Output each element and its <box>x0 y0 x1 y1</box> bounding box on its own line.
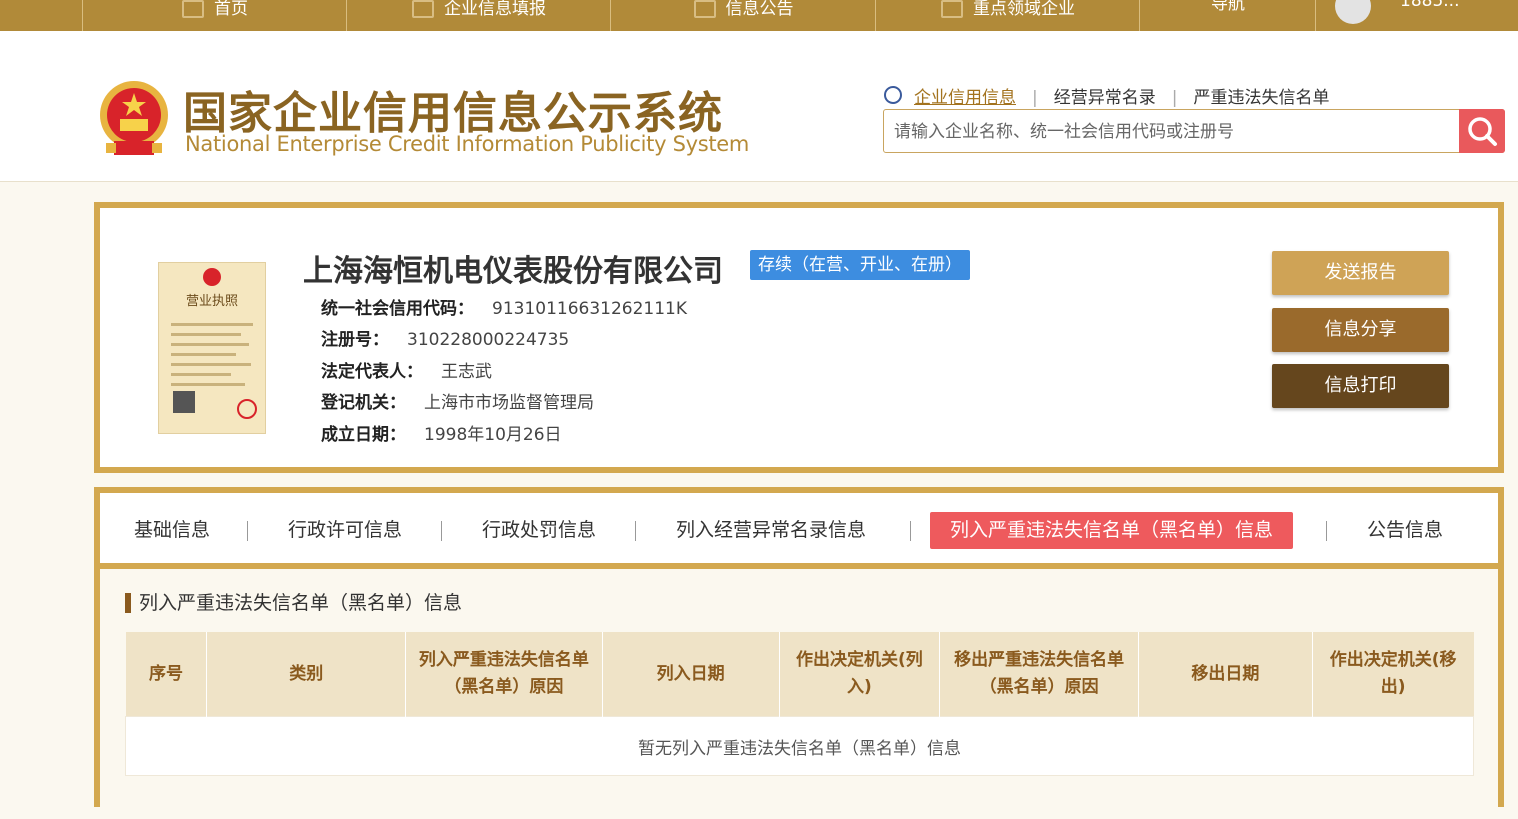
info-tabs-panel: 基础信息 行政许可信息 行政处罚信息 列入经营异常名录信息 列入严重违法失信名单… <box>94 487 1504 819</box>
search-icon <box>884 86 902 104</box>
col-category: 类别 <box>206 632 407 717</box>
table-row: 暂无列入严重违法失信名单（黑名单）信息 <box>125 716 1474 776</box>
col-remove-date: 移出日期 <box>1138 632 1313 717</box>
col-list-reason: 列入严重违法失信名单（黑名单）原因 <box>405 632 603 717</box>
col-remove-authority: 作出决定机关(移出) <box>1312 632 1474 717</box>
company-name: 上海海恒机电仪表股份有限公司 <box>303 254 723 289</box>
tab-abnormal-list[interactable]: 列入经营异常名录信息 <box>656 512 886 549</box>
tab-bar: 基础信息 行政许可信息 行政处罚信息 列入经营异常名录信息 列入严重违法失信名单… <box>100 493 1498 563</box>
field-reg-authority: 登记机关： 上海市市场监督管理局 <box>321 393 594 413</box>
col-remove-reason: 移出严重违法失信名单（黑名单）原因 <box>939 632 1139 717</box>
link-credit-info[interactable]: 企业信用信息 <box>914 88 1016 108</box>
tab-blacklist[interactable]: 列入严重违法失信名单（黑名单）信息 <box>930 512 1294 549</box>
magnifier-icon <box>1468 117 1497 146</box>
tab-admin-license[interactable]: 行政许可信息 <box>268 512 422 549</box>
search-box <box>883 109 1505 154</box>
nav-key-enterprises[interactable]: 重点领域企业 <box>875 0 1140 31</box>
home-icon <box>182 0 204 18</box>
col-list-date: 列入日期 <box>602 632 780 717</box>
nav-announcement[interactable]: 信息公告 <box>610 0 876 31</box>
blacklist-section: 列入严重违法失信名单（黑名单）信息 序号 类别 列入严重违法失信名单（黑名单）原… <box>100 563 1498 819</box>
nav-navigation[interactable]: 导航 <box>1139 0 1316 31</box>
col-list-authority: 作出决定机关(列入) <box>779 632 941 717</box>
print-info-button[interactable]: 信息打印 <box>1272 364 1449 408</box>
tab-basic-info[interactable]: 基础信息 <box>114 512 230 549</box>
nav-report[interactable]: 企业信息填报 <box>346 0 611 31</box>
search-input[interactable] <box>892 110 1456 154</box>
col-index: 序号 <box>125 632 208 717</box>
company-card: 营业执照 上海海恒机电仪表股份有限公司 存续（在营、开业、在册） 统一社会信用代… <box>94 202 1504 473</box>
section-title: 列入严重违法失信名单（黑名单）信息 <box>125 593 462 613</box>
top-nav: 首页 企业信息填报 信息公告 重点领域企业 导航 1885... <box>0 0 1518 31</box>
table-header-row: 序号 类别 列入严重违法失信名单（黑名单）原因 列入日期 作出决定机关(列入) … <box>125 632 1474 717</box>
field-legal-rep: 法定代表人： 王志武 <box>321 362 492 382</box>
link-abnormal-list[interactable]: 经营异常名录 <box>1054 88 1156 108</box>
send-report-button[interactable]: 发送报告 <box>1272 251 1449 295</box>
share-info-button[interactable]: 信息分享 <box>1272 308 1449 352</box>
license-title: 营业执照 <box>186 294 238 309</box>
site-header: 国家企业信用信息公示系统 National Enterprise Credit … <box>0 31 1518 182</box>
site-title-en: National Enterprise Credit Information P… <box>185 132 750 156</box>
quick-links: 企业信用信息 | 经营异常名录 | 严重违法失信名单 <box>884 83 1329 108</box>
blacklist-table: 序号 类别 列入严重违法失信名单（黑名单）原因 列入日期 作出决定机关(列入) … <box>125 632 1474 776</box>
tab-announcements[interactable]: 公告信息 <box>1347 512 1463 549</box>
empty-message: 暂无列入严重违法失信名单（黑名单）信息 <box>125 716 1474 776</box>
field-reg-number: 注册号： 310228000224735 <box>321 330 570 350</box>
nav-home[interactable]: 首页 <box>82 0 347 31</box>
link-blacklist[interactable]: 严重违法失信名单 <box>1193 88 1329 108</box>
field-founded-date: 成立日期： 1998年10月26日 <box>321 425 562 445</box>
business-license-image[interactable]: 营业执照 <box>158 262 266 434</box>
license-icon: 营业执照 <box>171 268 257 419</box>
national-emblem-icon <box>100 81 168 155</box>
user-name[interactable]: 1885... <box>1400 0 1459 11</box>
speaker-icon <box>941 0 963 18</box>
search-button[interactable] <box>1459 109 1505 153</box>
field-credit-code: 统一社会信用代码： 91310116631262111K <box>321 299 688 319</box>
edit-icon <box>412 0 434 18</box>
status-badge: 存续（在营、开业、在册） <box>750 250 970 280</box>
document-icon <box>693 0 716 18</box>
tab-admin-penalty[interactable]: 行政处罚信息 <box>462 512 616 549</box>
